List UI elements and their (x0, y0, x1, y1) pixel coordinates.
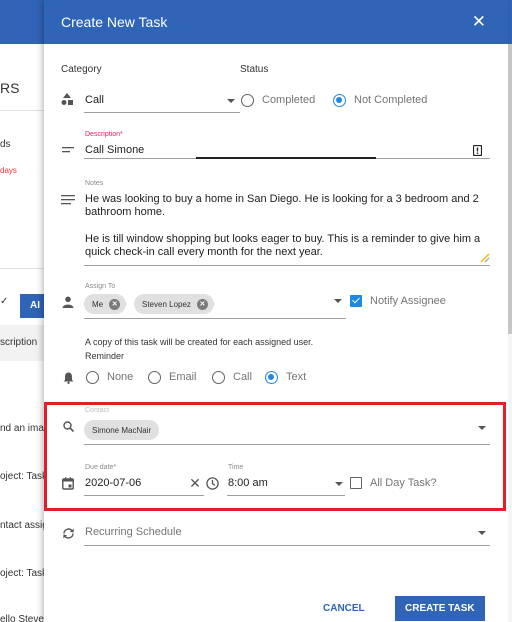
person-icon (61, 295, 75, 309)
calendar-icon (61, 476, 75, 490)
time-input[interactable]: 8:00 am (228, 477, 268, 489)
search-icon (62, 420, 74, 432)
resize-handle-icon[interactable] (478, 251, 490, 263)
category-value[interactable]: Call (85, 94, 104, 106)
background-table-row[interactable]: ntact assig (0, 520, 48, 531)
recurring-icon (61, 526, 75, 540)
contact-chip-label: Simone MacNair (92, 425, 152, 435)
category-dropdown-arrow[interactable] (227, 99, 235, 103)
reminder-label: Reminder (85, 351, 125, 361)
notes-underline (84, 265, 490, 266)
description-label: Description* (85, 131, 123, 138)
contact-dropdown-arrow[interactable] (478, 426, 486, 430)
remove-chip-icon[interactable]: ✕ (109, 298, 121, 310)
status-radio-completed[interactable] (241, 94, 254, 107)
notify-assignee-checkbox[interactable] (350, 295, 362, 307)
assignee-chip[interactable]: Me ✕ (84, 294, 127, 314)
recurring-dropdown-arrow[interactable] (478, 531, 486, 535)
reminder-option-none[interactable]: None (107, 371, 133, 383)
background-table-row[interactable]: oject: Task (0, 568, 47, 579)
background-table-row[interactable]: oject: Task (0, 471, 47, 482)
clock-icon (205, 476, 219, 490)
status-label: Status (240, 64, 269, 75)
notes-paragraph[interactable]: He is till window shopping but looks eag… (85, 233, 490, 259)
time-dropdown-arrow[interactable] (335, 482, 343, 486)
background-heading: RS (0, 80, 20, 96)
description-underline-focus (196, 157, 376, 159)
assignee-chip-label: Steven Lopez (142, 299, 191, 309)
reminder-radio-email[interactable] (148, 371, 161, 384)
bell-icon (62, 371, 74, 384)
dialog-header: Create New Task ✕ (44, 0, 508, 44)
reminder-option-call[interactable]: Call (233, 371, 252, 383)
notify-assignee-label[interactable]: Notify Assignee (370, 295, 446, 307)
status-option-not-completed[interactable]: Not Completed (354, 94, 427, 106)
scrollbar-thumb[interactable] (508, 44, 512, 334)
assign-to-underline (84, 318, 346, 319)
background-column-header: scription (0, 337, 38, 348)
reminder-radio-call[interactable] (212, 371, 225, 384)
reminder-radio-text[interactable] (265, 371, 278, 384)
time-underline (227, 495, 345, 496)
background-divider (0, 110, 44, 111)
recurring-underline (84, 545, 490, 546)
all-day-checkbox[interactable] (350, 477, 362, 489)
assignee-chip-label: Me (92, 299, 104, 309)
close-icon[interactable]: ✕ (472, 12, 486, 32)
background-action-button[interactable]: AI (20, 294, 44, 318)
assignee-chip[interactable]: Steven Lopez ✕ (134, 294, 214, 314)
description-icon (62, 145, 74, 155)
clear-icon[interactable]: ✕ (188, 475, 202, 491)
due-date-underline (84, 495, 204, 496)
time-label: Time (228, 464, 244, 471)
description-counter-icon (472, 144, 482, 156)
background-line: ds (0, 139, 11, 150)
contact-chip[interactable]: Simone MacNair (84, 420, 160, 440)
category-underline (84, 112, 240, 113)
background-table-row[interactable]: ello Steven (0, 614, 49, 622)
assign-to-dropdown-arrow[interactable] (334, 299, 342, 303)
status-option-completed[interactable]: Completed (262, 94, 315, 106)
all-day-label[interactable]: All Day Task? (370, 477, 436, 489)
notes-paragraph[interactable]: He was looking to buy a home in San Dieg… (85, 193, 490, 219)
assign-to-label: Assign To (85, 283, 116, 290)
recurring-schedule-select[interactable]: Recurring Schedule (85, 526, 182, 538)
category-label: Category (61, 64, 102, 75)
due-date-label: Due date* (85, 464, 117, 471)
create-task-button[interactable]: CREATE TASK (395, 596, 485, 621)
contact-underline (84, 444, 490, 445)
dialog-title: Create New Task (61, 14, 168, 30)
status-radio-not-completed[interactable] (333, 94, 346, 107)
background-divider (0, 268, 44, 269)
background-table-row[interactable]: nd an imag (0, 423, 49, 434)
copy-note: A copy of this task will be created for … (85, 337, 314, 347)
background-red-text: days (0, 166, 17, 175)
remove-chip-icon[interactable]: ✕ (196, 298, 208, 310)
reminder-radio-none[interactable] (86, 371, 99, 384)
category-icon (60, 92, 74, 106)
background-dropdown-arrow[interactable]: ✓ (0, 296, 8, 307)
notes-icon (61, 195, 75, 205)
reminder-option-email[interactable]: Email (169, 371, 197, 383)
cancel-button[interactable]: CANCEL (317, 596, 371, 621)
reminder-option-text[interactable]: Text (286, 371, 306, 383)
notes-label: Notes (85, 180, 104, 187)
description-input[interactable]: Call Simone (85, 144, 144, 156)
contact-label: Contact (85, 407, 110, 414)
due-date-input[interactable]: 2020-07-06 (85, 477, 141, 489)
